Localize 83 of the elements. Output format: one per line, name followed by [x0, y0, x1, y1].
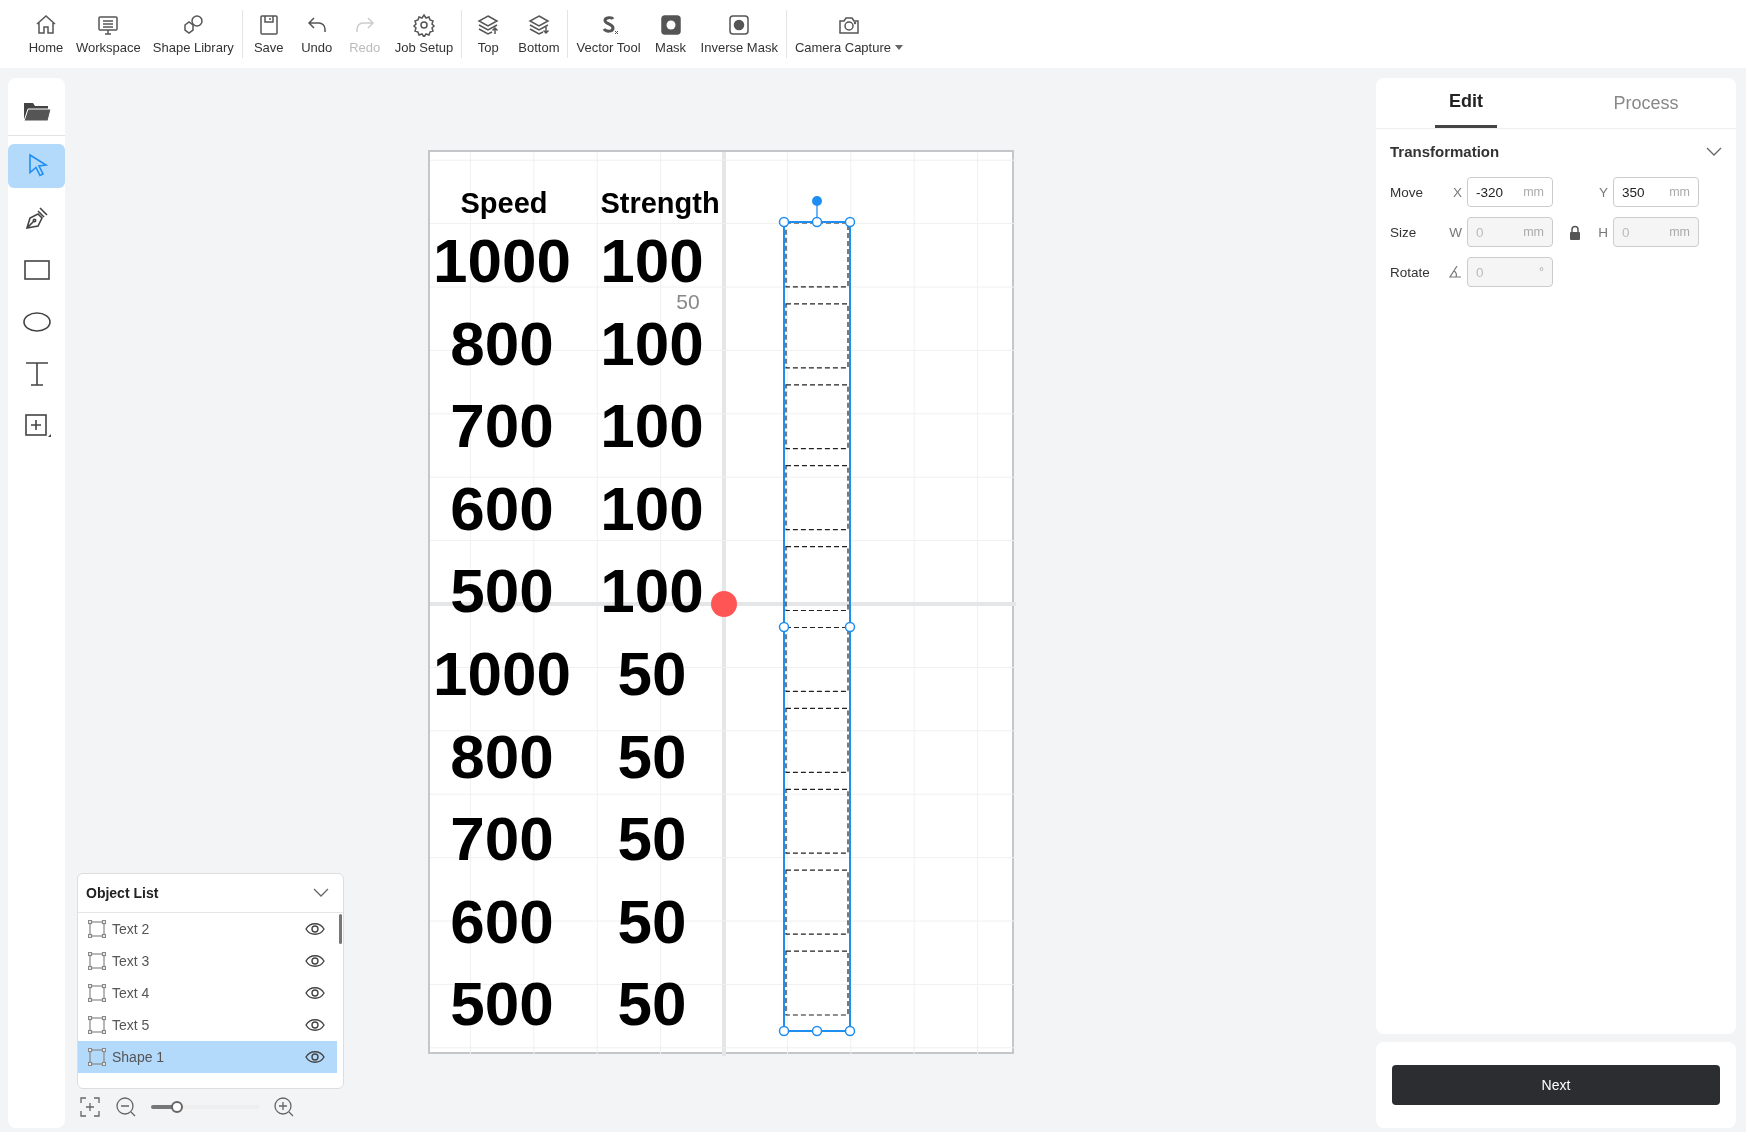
eye-icon[interactable] [305, 986, 325, 1000]
axis-label: H [1597, 224, 1608, 240]
field-label: Size [1390, 224, 1418, 240]
canvas-text: 700 [450, 815, 554, 863]
bottom-toolbar-button[interactable]: Bottom [512, 13, 566, 55]
field-label: Rotate [1390, 264, 1431, 280]
shape-icon [88, 984, 106, 1002]
canvas-text: 500 [450, 981, 554, 1028]
home-toolbar-button[interactable]: Home [22, 13, 70, 55]
scrollbar[interactable] [339, 914, 342, 944]
zoom-out-icon[interactable] [115, 1096, 137, 1118]
field-label: Move [1390, 184, 1424, 200]
canvas-text: 500 [450, 568, 554, 615]
gear-toolbar-button[interactable]: Job Setup [388, 13, 460, 55]
workspace-toolbar-button[interactable]: Workspace [70, 13, 147, 55]
lock-icon[interactable] [1569, 224, 1581, 240]
canvas-text: 50 [617, 650, 687, 698]
canvas-text: 800 [450, 320, 554, 367]
origin-marker [711, 591, 737, 617]
canvas-text: 100 [600, 485, 704, 533]
object-list-item[interactable]: Shape 1 [78, 1041, 337, 1073]
panel-tab[interactable]: Process [1556, 78, 1736, 128]
eye-icon[interactable] [305, 954, 325, 968]
inverse-toolbar-button[interactable]: Inverse Mask [694, 13, 784, 55]
next-button[interactable]: Next [1392, 1065, 1720, 1105]
mask-icon [658, 13, 683, 37]
workspace-icon [96, 13, 121, 37]
number-field[interactable]: -320 mm [1467, 177, 1553, 207]
section-title: Transformation [1390, 143, 1500, 160]
home-icon [34, 13, 58, 37]
object-list-item[interactable]: Text 2 [78, 913, 337, 945]
save-toolbar-button[interactable]: Save [244, 13, 293, 55]
canvas-text: 50 [617, 981, 687, 1028]
chevron-down-icon[interactable] [1706, 146, 1722, 157]
shape-icon [88, 1016, 106, 1034]
shape-icon [88, 952, 106, 970]
caret-icon [895, 45, 903, 50]
fit-screen-icon[interactable] [79, 1096, 101, 1118]
axis-label: Y [1598, 184, 1608, 200]
canvas-text: 1000 [433, 650, 571, 698]
canvas-text: 100 [600, 402, 704, 450]
axis-label: X [1452, 184, 1462, 200]
shapes-toolbar-button[interactable]: Shape Library [146, 13, 240, 55]
canvas-text: 100 [600, 320, 704, 367]
canvas-text: 800 [450, 733, 554, 780]
chevron-down-icon[interactable] [313, 888, 329, 898]
shape-icon [88, 920, 106, 938]
canvas-text: 600 [450, 485, 554, 533]
object-list-item[interactable]: Text 5 [78, 1009, 337, 1041]
mask-toolbar-button[interactable]: Mask [646, 13, 695, 55]
canvas-text: 100 [600, 568, 704, 615]
number-field[interactable]: 350 mm [1613, 177, 1699, 207]
canvas-text: 50 [617, 733, 687, 780]
canvas-text: Strength [600, 188, 720, 218]
axis-label: W [1448, 224, 1462, 240]
gear-icon [412, 13, 436, 37]
canvas-text: 100 [600, 237, 704, 285]
zoom-in-icon[interactable] [273, 1096, 295, 1118]
canvas-text: Speed [460, 188, 548, 218]
ruler-label: 50 [676, 290, 700, 314]
bottom-icon [526, 13, 551, 37]
angle-icon [1448, 265, 1462, 279]
canvas-text: 50 [617, 815, 687, 863]
canvas-text: 50 [617, 898, 687, 946]
canvas-text: 700 [450, 402, 554, 450]
eye-icon[interactable] [305, 1018, 325, 1032]
top-icon [476, 13, 501, 37]
selection-box[interactable] [778, 196, 856, 1037]
shapes-icon [181, 13, 206, 37]
camera-toolbar-button[interactable]: Camera Capture [788, 13, 909, 55]
eye-icon[interactable] [305, 1050, 325, 1064]
canvas-text: 1000 [433, 237, 571, 285]
eye-icon[interactable] [305, 922, 325, 936]
panel-tab[interactable]: Edit [1435, 78, 1497, 128]
top-toolbar-button[interactable]: Top [464, 13, 513, 55]
vector-toolbar-button[interactable]: Vector Tool [570, 13, 647, 55]
object-list-item[interactable]: Text 3 [78, 945, 337, 977]
shape-icon [88, 1048, 106, 1066]
panel-title: Object List [86, 885, 159, 901]
undo-toolbar-button[interactable]: Undo [292, 13, 341, 55]
canvas-text: 600 [450, 898, 554, 946]
object-list-item[interactable]: Text 4 [78, 977, 337, 1009]
inverse-icon [727, 13, 752, 37]
